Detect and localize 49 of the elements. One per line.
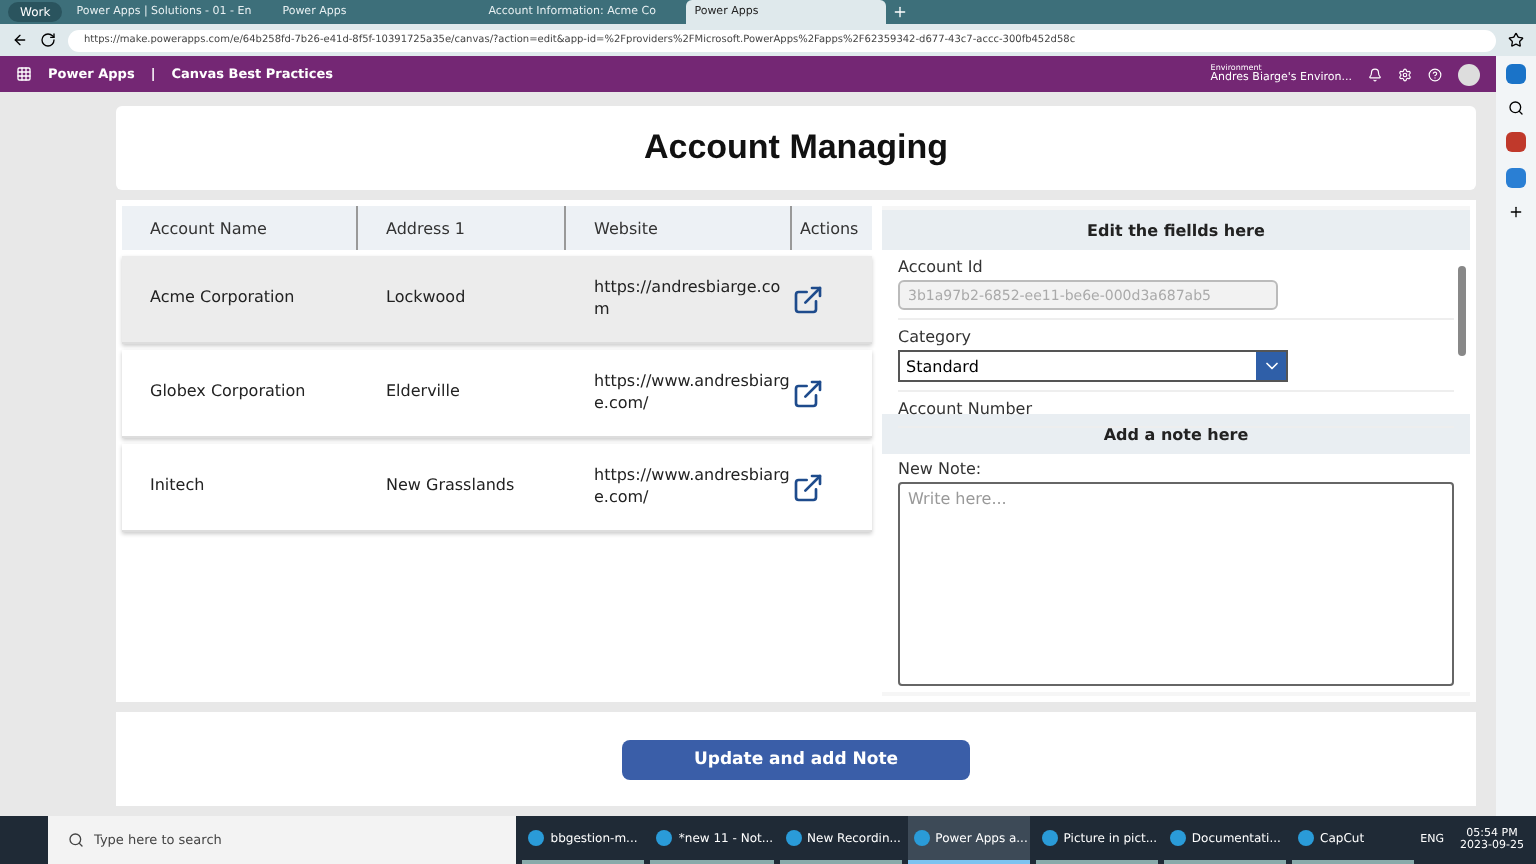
app-icon: [1041, 830, 1058, 846]
table-row[interactable]: Globex Corporation Elderville https://www.andresbiarge.com/: [122, 350, 872, 438]
app-icon: [656, 830, 673, 846]
back-icon[interactable]: [12, 32, 28, 48]
column-header: Actions: [798, 217, 861, 241]
address: Elderville: [384, 382, 462, 404]
open-icon[interactable]: [792, 377, 824, 409]
address: Lockwood: [384, 288, 468, 310]
search-icon[interactable]: [1508, 100, 1524, 116]
scrollbar[interactable]: [1458, 266, 1466, 356]
field-label: Category: [898, 328, 974, 346]
app-icon: [913, 830, 930, 846]
avatar[interactable]: [1458, 63, 1480, 85]
app-icon: [785, 830, 802, 846]
field-label: New Note:: [898, 460, 984, 478]
column-header: Address 1: [358, 206, 566, 250]
account-name: Globex Corporation: [148, 382, 308, 404]
address: New Grasslands: [384, 476, 517, 498]
page-title: Account Managing: [643, 128, 949, 168]
column-header: Account Name: [122, 206, 358, 250]
account-name: Acme Corporation: [148, 288, 297, 310]
section-heading: Add a note here: [882, 414, 1470, 454]
new-tab-icon[interactable]: [892, 4, 909, 20]
field-label: Account Id: [898, 258, 985, 276]
table-row[interactable]: Initech New Grasslands https://www.andresbiarge.com/: [122, 444, 872, 532]
app-launcher-icon[interactable]: [16, 66, 32, 82]
app-icon: [528, 830, 545, 846]
open-icon[interactable]: [792, 283, 824, 315]
refresh-icon[interactable]: [40, 32, 56, 48]
website: https://www.andresbiarge.com/: [592, 371, 792, 415]
app-icon: [1169, 830, 1186, 846]
search-icon: [68, 832, 84, 848]
star-icon[interactable]: [1508, 32, 1524, 48]
note-field[interactable]: Write here...: [898, 482, 1454, 686]
update-button[interactable]: Update and add Note: [622, 739, 970, 779]
website: https://www.andresbiarge.com/: [592, 465, 792, 509]
add-icon[interactable]: [1508, 204, 1524, 220]
app-icon: [1298, 830, 1315, 846]
help-icon[interactable]: [1428, 67, 1442, 81]
column-header: Website: [566, 206, 792, 250]
open-icon[interactable]: [792, 471, 824, 503]
section-heading: Edit the fiellds here: [882, 210, 1470, 250]
account-name: Initech: [148, 476, 207, 498]
field-label: Account Number: [898, 400, 1034, 418]
category-dropdown[interactable]: Standard: [898, 350, 1288, 382]
table-row[interactable]: Acme Corporation Lockwood https://andresbiarge.com: [122, 256, 872, 344]
bell-icon[interactable]: [1368, 67, 1382, 81]
settings-icon[interactable]: [1398, 67, 1412, 81]
website: https://andresbiarge.com: [592, 277, 783, 321]
